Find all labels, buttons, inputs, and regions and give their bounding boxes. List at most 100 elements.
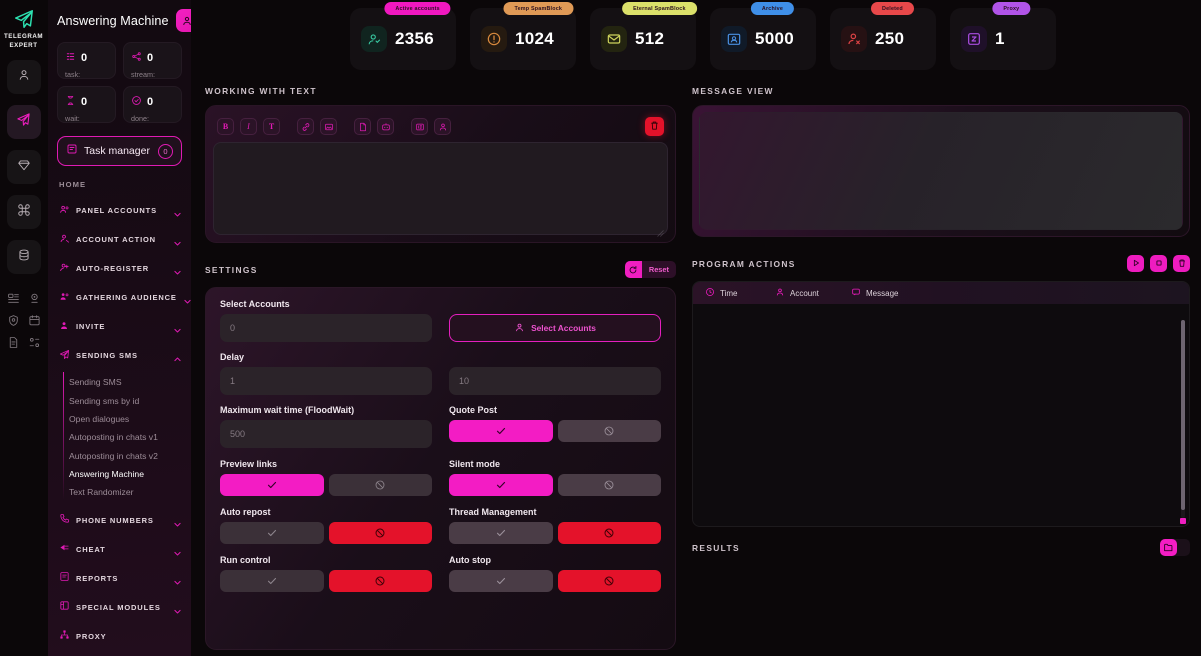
submenu-item-answering-machine[interactable]: Answering Machine bbox=[48, 465, 191, 483]
sidebar-item-gathering-audience[interactable]: GATHERING AUDIENCE bbox=[48, 283, 191, 312]
auto-repost-no[interactable] bbox=[328, 522, 432, 544]
silent-mode-yes[interactable] bbox=[449, 474, 553, 496]
thread-management-no[interactable] bbox=[557, 522, 661, 544]
clear-actions-button[interactable] bbox=[1173, 255, 1190, 272]
image-icon[interactable] bbox=[320, 118, 337, 135]
submenu-item-open-dialogues[interactable]: Open dialogues bbox=[48, 410, 191, 428]
clear-text-button[interactable] bbox=[645, 117, 664, 136]
thread-management-yes[interactable] bbox=[449, 522, 553, 544]
silent-mode-no[interactable] bbox=[557, 474, 661, 496]
column-header-account[interactable]: Account bbox=[775, 287, 851, 299]
stat-card-proxy[interactable]: Proxy 1 bbox=[950, 2, 1056, 70]
quote-post-yes[interactable] bbox=[449, 420, 553, 442]
delay-min-input[interactable]: 1 bbox=[220, 367, 432, 395]
id-icon[interactable] bbox=[411, 118, 428, 135]
settings-nodes-icon[interactable] bbox=[27, 335, 42, 350]
auto-repost-yes[interactable] bbox=[220, 522, 324, 544]
chart-icon[interactable] bbox=[6, 291, 21, 306]
sidebar-item-reports[interactable]: REPORTS bbox=[48, 564, 191, 593]
preview-links-no[interactable] bbox=[328, 474, 432, 496]
preview-links-yes[interactable] bbox=[220, 474, 324, 496]
column-header-label: Message bbox=[866, 288, 899, 298]
settings-row-delay: Delay 1 . 10 bbox=[220, 352, 661, 395]
silent-mode-toggle bbox=[449, 474, 661, 496]
sidebar-item-sending-sms[interactable]: SENDING SMS bbox=[48, 341, 191, 370]
rail-button-sending[interactable] bbox=[6, 105, 41, 139]
stat-done-value: 0 bbox=[147, 96, 154, 108]
calendar-icon[interactable] bbox=[27, 313, 42, 328]
shield-icon[interactable] bbox=[6, 313, 21, 328]
resize-grip-icon[interactable] bbox=[657, 224, 664, 237]
floodwait-input[interactable]: 500 bbox=[220, 420, 432, 448]
settings-label: SETTINGS bbox=[205, 264, 258, 275]
sidebar-item-label: GATHERING AUDIENCE bbox=[76, 293, 177, 302]
stat-card-eternal-spamblock[interactable]: Eternal SpamBlock 512 bbox=[590, 2, 697, 70]
sidebar-item-label: ACCOUNT ACTION bbox=[76, 235, 156, 244]
bot-icon[interactable] bbox=[377, 118, 394, 135]
submenu-item-autoposting-v2[interactable]: Autoposting in chats v2 bbox=[48, 447, 191, 465]
submenu-item-sending-sms-by-id[interactable]: Sending sms by id bbox=[48, 391, 191, 409]
preview-links-toggle bbox=[220, 474, 432, 496]
sidebar-item-label: PHONE NUMBERS bbox=[76, 515, 154, 525]
select-accounts-input[interactable]: 0 bbox=[220, 314, 432, 342]
sidebar-item-cheat[interactable]: CHEAT bbox=[48, 535, 191, 564]
delay-max-input[interactable]: 10 bbox=[449, 367, 661, 395]
auto-stop-no[interactable] bbox=[557, 570, 661, 592]
file-icon[interactable] bbox=[354, 118, 371, 135]
run-control-no[interactable] bbox=[328, 570, 432, 592]
sidebar-item-special-modules[interactable]: SPECIAL MODULES bbox=[48, 593, 191, 622]
text-editor-input[interactable] bbox=[213, 142, 668, 237]
message-view-panel bbox=[692, 105, 1190, 237]
sidebar-item-proxy-partners[interactable]: PROXY PARTNERS bbox=[48, 651, 191, 656]
user-plus-icon bbox=[59, 260, 70, 278]
user-avatar-icon[interactable] bbox=[175, 9, 191, 32]
link-icon[interactable] bbox=[297, 118, 314, 135]
sidebar-item-auto-register[interactable]: AUTO-REGISTER bbox=[48, 254, 191, 283]
rail-button-user[interactable] bbox=[6, 60, 41, 94]
table-scrollbar[interactable] bbox=[1180, 320, 1186, 524]
reset-button[interactable]: Reset bbox=[624, 261, 676, 278]
auto-stop-yes[interactable] bbox=[449, 570, 553, 592]
stop-button[interactable] bbox=[1150, 255, 1167, 272]
open-results-folder-button[interactable] bbox=[1160, 539, 1190, 556]
thread-management-cell: Thread Management bbox=[449, 507, 661, 544]
sidebar-item-invite[interactable]: INVITE bbox=[48, 312, 191, 341]
stat-done-label: done: bbox=[131, 114, 149, 123]
submenu-item-text-randomizer[interactable]: Text Randomizer bbox=[48, 483, 191, 501]
silent-mode-cell: Silent mode bbox=[449, 459, 661, 496]
sidebar-item-account-action[interactable]: ACCOUNT ACTION bbox=[48, 225, 191, 254]
stat-done: 0 done: bbox=[123, 86, 182, 123]
scrollbar-thumb[interactable] bbox=[1181, 320, 1185, 510]
sidebar-item-phone-numbers[interactable]: PHONE NUMBERS bbox=[48, 506, 191, 535]
text-icon[interactable]: T bbox=[263, 118, 280, 135]
column-header-message[interactable]: Message bbox=[851, 287, 898, 299]
sidebar-item-panel-accounts[interactable]: PANEL ACCOUNTS bbox=[48, 196, 191, 225]
stat-card-active-accounts[interactable]: Active accounts 2356 bbox=[350, 2, 456, 70]
task-manager-button[interactable]: Task manager 0 bbox=[57, 136, 182, 166]
stat-card-temp-spamblock[interactable]: Temp SpamBlock 1024 bbox=[470, 2, 576, 70]
bold-icon[interactable]: B bbox=[217, 118, 234, 135]
rail-button-premium[interactable] bbox=[6, 150, 41, 184]
document-icon[interactable] bbox=[6, 335, 21, 350]
submenu-item-autoposting-v1[interactable]: Autoposting in chats v1 bbox=[48, 428, 191, 446]
target-icon[interactable] bbox=[27, 291, 42, 306]
rail-button-commands[interactable] bbox=[6, 195, 41, 229]
user-icon[interactable] bbox=[434, 118, 451, 135]
play-button[interactable] bbox=[1127, 255, 1144, 272]
stat-task-value: 0 bbox=[81, 52, 88, 64]
sidebar-item-proxy[interactable]: PROXY bbox=[48, 622, 191, 651]
proxy-icon bbox=[59, 627, 70, 645]
chevron-down-icon bbox=[173, 516, 182, 527]
column-header-time[interactable]: Time bbox=[705, 287, 775, 299]
quote-post-no[interactable] bbox=[557, 420, 661, 442]
submenu-item-sending-sms[interactable]: Sending SMS bbox=[48, 373, 191, 391]
account-check-icon bbox=[361, 26, 387, 52]
stat-card-deleted[interactable]: Deleted 250 bbox=[830, 2, 936, 70]
chevron-down-icon bbox=[173, 206, 182, 217]
run-control-yes[interactable] bbox=[220, 570, 324, 592]
run-control-cell: Run control bbox=[220, 555, 432, 592]
italic-icon[interactable]: I bbox=[240, 118, 257, 135]
stat-card-archive[interactable]: Archive 5000 bbox=[710, 2, 816, 70]
select-accounts-button[interactable]: Select Accounts bbox=[449, 314, 661, 342]
rail-button-database[interactable] bbox=[6, 240, 41, 274]
